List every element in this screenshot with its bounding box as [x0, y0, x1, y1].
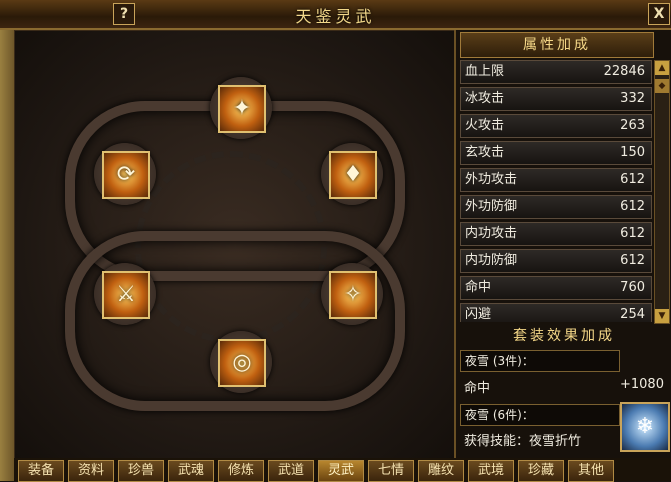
attribute-row: 火攻击 263 — [460, 114, 652, 138]
charm-icon[interactable]: ✧ — [329, 271, 377, 319]
armor-icon[interactable]: ♦ — [329, 151, 377, 199]
slot-lower-left[interactable]: ⚔ — [94, 263, 156, 325]
set-bonus-title: 套装效果加成 — [513, 328, 615, 344]
chakram-icon[interactable]: ⟳ — [102, 151, 150, 199]
set-3-stat: 命中 — [464, 381, 491, 396]
scroll-up-icon[interactable]: ▲ — [655, 61, 669, 75]
attribute-row: 闪避 254 — [460, 303, 652, 322]
attribute-row: 冰攻击 332 — [460, 87, 652, 111]
attribute-row: 内功防御 612 — [460, 249, 652, 273]
set-6-skill: 获得技能：夜雪折竹 — [464, 434, 582, 449]
window-title: 天鉴灵武 — [295, 7, 376, 26]
scroll-down-icon[interactable]: ▼ — [655, 309, 669, 323]
dagger-icon[interactable]: ⚔ — [102, 271, 150, 319]
bracelet-icon[interactable]: ◎ — [218, 339, 266, 387]
set-3-value: +1080 — [620, 377, 664, 392]
tab-wuhun[interactable]: 武魂 — [168, 460, 214, 482]
spear-icon[interactable]: ✦ — [218, 85, 266, 133]
slot-top[interactable]: ✦ — [210, 77, 272, 139]
slot-lower-right[interactable]: ✧ — [321, 263, 383, 325]
attribute-row: 内功攻击 612 — [460, 222, 652, 246]
slot-bottom[interactable]: ◎ — [210, 331, 272, 393]
tab-bar: 装备 资料 珍兽 武魂 修炼 武道 灵武 七情 雕纹 武境 珍藏 其他 — [14, 458, 671, 482]
tab-profile[interactable]: 资料 — [68, 460, 114, 482]
title-bar: ? 天鉴灵武 X — [0, 0, 671, 30]
attribute-row: 外功防御 612 — [460, 195, 652, 219]
tab-qiqing[interactable]: 七情 — [368, 460, 414, 482]
tab-equipment[interactable]: 装备 — [18, 460, 64, 482]
close-button[interactable]: X — [648, 3, 670, 25]
set-6-label: 夜雪 (6件)： — [460, 404, 620, 426]
tab-other[interactable]: 其他 — [568, 460, 614, 482]
tab-pets[interactable]: 珍兽 — [118, 460, 164, 482]
window: ? 天鉴灵武 X ✦ ⟳ ♦ ⚔ ✧ ◎ 属性加成 血上限 22846 冰攻击 33… — [0, 0, 671, 482]
attributes-title: 属性加成 — [460, 32, 654, 58]
tab-wudao[interactable]: 武道 — [268, 460, 314, 482]
tab-cultivation[interactable]: 修炼 — [218, 460, 264, 482]
tab-collection[interactable]: 珍藏 — [518, 460, 564, 482]
scroll-thumb[interactable]: ◆ — [655, 79, 669, 93]
slot-upper-right[interactable]: ♦ — [321, 143, 383, 205]
tab-engraving[interactable]: 雕纹 — [418, 460, 464, 482]
tab-lingwu[interactable]: 灵武 — [318, 460, 364, 482]
attribute-list: 血上限 22846 冰攻击 332 火攻击 263 玄攻击 150 外功攻击 612 外功… — [460, 60, 652, 322]
stats-panel: 属性加成 血上限 22846 冰攻击 332 火攻击 263 玄攻击 150 外功攻击 6… — [454, 30, 671, 458]
tab-wujing[interactable]: 武境 — [468, 460, 514, 482]
attribute-row: 命中 760 — [460, 276, 652, 300]
attribute-row: 外功攻击 612 — [460, 168, 652, 192]
attribute-scrollbar[interactable]: ▲ ◆ ▼ — [654, 60, 670, 324]
equipment-panel: ✦ ⟳ ♦ ⚔ ✧ ◎ — [14, 30, 456, 460]
skill-icon[interactable]: ❄ — [620, 402, 670, 452]
attribute-row: 血上限 22846 — [460, 60, 652, 84]
attribute-row: 玄攻击 150 — [460, 141, 652, 165]
set-3-label: 夜雪 (3件)： — [460, 350, 620, 372]
slot-upper-left[interactable]: ⟳ — [94, 143, 156, 205]
